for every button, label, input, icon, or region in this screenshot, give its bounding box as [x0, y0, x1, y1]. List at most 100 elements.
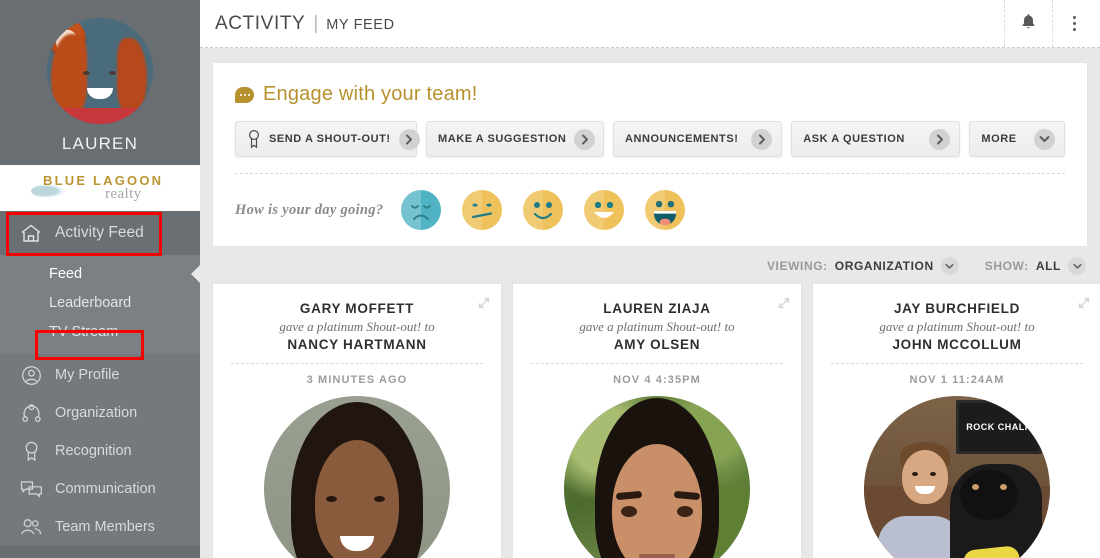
sidebar-profile: LAUREN	[0, 0, 200, 165]
notifications-button[interactable]	[1004, 0, 1052, 47]
mood-happy-face[interactable]	[584, 190, 625, 230]
ask-question-button[interactable]: ASK A QUESTION	[791, 121, 961, 157]
feed-recipient-photo: ROCK CHALK	[864, 396, 1050, 558]
feed-card-list: GARY MOFFETT gave a platinum Shout-out! …	[200, 283, 1100, 558]
feed-giver-name: GARY MOFFETT	[299, 301, 415, 316]
overflow-menu-button[interactable]	[1052, 0, 1100, 47]
bell-icon	[1021, 13, 1036, 35]
company-logo: BLUE LAGOON realty	[0, 165, 200, 211]
app-root: LAUREN BLUE LAGOON realty Activity Feed	[0, 0, 1100, 558]
sidebar-subitem-label: Feed	[49, 265, 83, 282]
expand-icon[interactable]	[778, 296, 790, 309]
announcements-button[interactable]: ANNOUNCEMENTS!	[613, 121, 783, 157]
filter-viewing[interactable]: VIEWING: ORGANIZATION	[767, 257, 959, 275]
chevron-down-icon	[1034, 128, 1055, 150]
page-title-divider: |	[313, 12, 319, 34]
active-pointer-icon	[191, 264, 200, 283]
button-label: MAKE A SUGGESTION	[438, 133, 567, 145]
sidebar-submenu: Feed Leaderboard TV Stream	[0, 255, 200, 354]
header-actions	[1004, 0, 1100, 47]
sidebar-item-tv-stream[interactable]: TV Stream	[0, 317, 200, 346]
engage-button-row: SEND A SHOUT-OUT! MAKE A SUGGESTION ANNO…	[235, 121, 1065, 157]
feed-card-header: LAUREN ZIAJA gave a platinum Shout-out! …	[513, 284, 801, 392]
feed-receiver-name: JOHN MCCOLLUM	[892, 337, 1022, 352]
filter-key: SHOW:	[984, 259, 1029, 273]
filter-value: ORGANIZATION	[834, 259, 934, 273]
button-label: MORE	[981, 133, 1017, 145]
sidebar-nav-lower: My Profile Organization Recognition Comm…	[0, 354, 200, 546]
feed-receiver-name: NANCY HARTMANN	[287, 337, 427, 352]
make-suggestion-button[interactable]: MAKE A SUGGESTION	[426, 121, 604, 157]
award-ribbon-icon	[247, 129, 261, 149]
sidebar-item-label: Recognition	[55, 443, 132, 459]
sidebar-item-activity-feed[interactable]: Activity Feed	[0, 211, 200, 255]
chevron-right-icon	[574, 128, 596, 150]
person-circle-icon	[18, 363, 44, 387]
button-label: SEND A SHOUT-OUT!	[269, 133, 391, 145]
feed-recipient-photo	[564, 396, 750, 558]
award-ribbon-icon	[18, 439, 44, 463]
feed-card-header: GARY MOFFETT gave a platinum Shout-out! …	[213, 284, 501, 392]
feed-giver-name: LAUREN ZIAJA	[603, 301, 711, 316]
mood-unhappy-face[interactable]	[462, 190, 503, 230]
feed-card[interactable]: GARY MOFFETT gave a platinum Shout-out! …	[212, 283, 502, 558]
feed-timestamp: 3 MINUTES AGO	[306, 374, 408, 386]
logo-sub-text: realty	[105, 186, 142, 202]
filter-key: VIEWING:	[766, 259, 828, 273]
mood-prompt: How is your day going?	[235, 201, 384, 218]
chat-bubbles-icon	[18, 477, 44, 501]
filter-show[interactable]: SHOW: ALL	[985, 257, 1086, 275]
sidebar-item-recognition[interactable]: Recognition	[0, 432, 200, 470]
sidebar-item-feed[interactable]: Feed	[0, 259, 200, 288]
page-title: ACTIVITY | MY FEED	[200, 13, 395, 35]
chevron-right-icon	[751, 128, 773, 150]
send-shout-out-button[interactable]: SEND A SHOUT-OUT!	[235, 121, 420, 157]
feed-card[interactable]: LAUREN ZIAJA gave a platinum Shout-out! …	[512, 283, 802, 558]
org-network-icon	[18, 401, 44, 425]
sidebar-item-leaderboard[interactable]: Leaderboard	[0, 288, 200, 317]
engage-panel: Engage with your team! SEND A SHOUT-OUT!	[212, 62, 1088, 247]
feed-giver-name: JAY BURCHFIELD	[893, 301, 1021, 316]
mood-very-sad-face[interactable]	[401, 190, 442, 230]
engage-title-text: Engage with your team!	[263, 83, 478, 105]
feed-card-header: JAY BURCHFIELD gave a platinum Shout-out…	[813, 284, 1100, 392]
mood-neutral-smile-face[interactable]	[523, 190, 564, 230]
mood-selector-row: How is your day going?	[235, 174, 1065, 232]
sidebar-item-label: Activity Feed	[55, 224, 144, 241]
chevron-right-icon	[398, 128, 420, 150]
feed-action-text: gave a platinum Shout-out! to	[579, 319, 735, 334]
mood-very-happy-face[interactable]	[645, 190, 686, 230]
photo-poster-text: ROCK CHALK	[966, 422, 1032, 432]
sidebar-item-communication[interactable]: Communication	[0, 470, 200, 508]
button-label: ANNOUNCEMENTS!	[625, 133, 739, 145]
feed-recipient-photo	[264, 396, 450, 558]
sidebar-item-organization[interactable]: Organization	[0, 394, 200, 432]
feed-receiver-name: AMY OLSEN	[613, 337, 701, 352]
feed-action-text: gave a platinum Shout-out! to	[279, 319, 435, 334]
home-icon	[18, 221, 44, 245]
sidebar-subitem-label: Leaderboard	[49, 294, 132, 311]
engage-title-row: Engage with your team!	[235, 83, 1065, 106]
sidebar-item-label: My Profile	[55, 367, 120, 383]
sidebar-item-team-members[interactable]: Team Members	[0, 508, 200, 546]
sidebar-item-label: Organization	[55, 405, 138, 421]
top-header-bar: ACTIVITY | MY FEED	[200, 0, 1100, 48]
feed-card[interactable]: JAY BURCHFIELD gave a platinum Shout-out…	[812, 283, 1100, 558]
sidebar-item-my-profile[interactable]: My Profile	[0, 356, 200, 394]
sidebar-item-label: Communication	[55, 481, 156, 497]
expand-icon[interactable]	[1078, 296, 1090, 309]
chevron-down-icon	[1068, 257, 1086, 275]
sidebar: LAUREN BLUE LAGOON realty Activity Feed	[0, 0, 200, 558]
feed-timestamp: NOV 4 4:35PM	[613, 374, 701, 386]
logo-main-text: BLUE LAGOON	[43, 173, 164, 188]
feed-action-text: gave a platinum Shout-out! to	[879, 319, 1035, 334]
people-icon	[18, 515, 44, 539]
sidebar-item-label: Team Members	[55, 519, 155, 535]
page-title-primary: ACTIVITY	[215, 12, 306, 34]
more-actions-button[interactable]: MORE	[969, 121, 1065, 157]
content-scroll-area[interactable]: Engage with your team! SEND A SHOUT-OUT!	[200, 48, 1100, 558]
main-content: ACTIVITY | MY FEED Engage with your team…	[200, 0, 1100, 558]
expand-icon[interactable]	[478, 296, 490, 309]
avatar	[47, 18, 153, 124]
speech-bubble-icon	[235, 86, 254, 103]
